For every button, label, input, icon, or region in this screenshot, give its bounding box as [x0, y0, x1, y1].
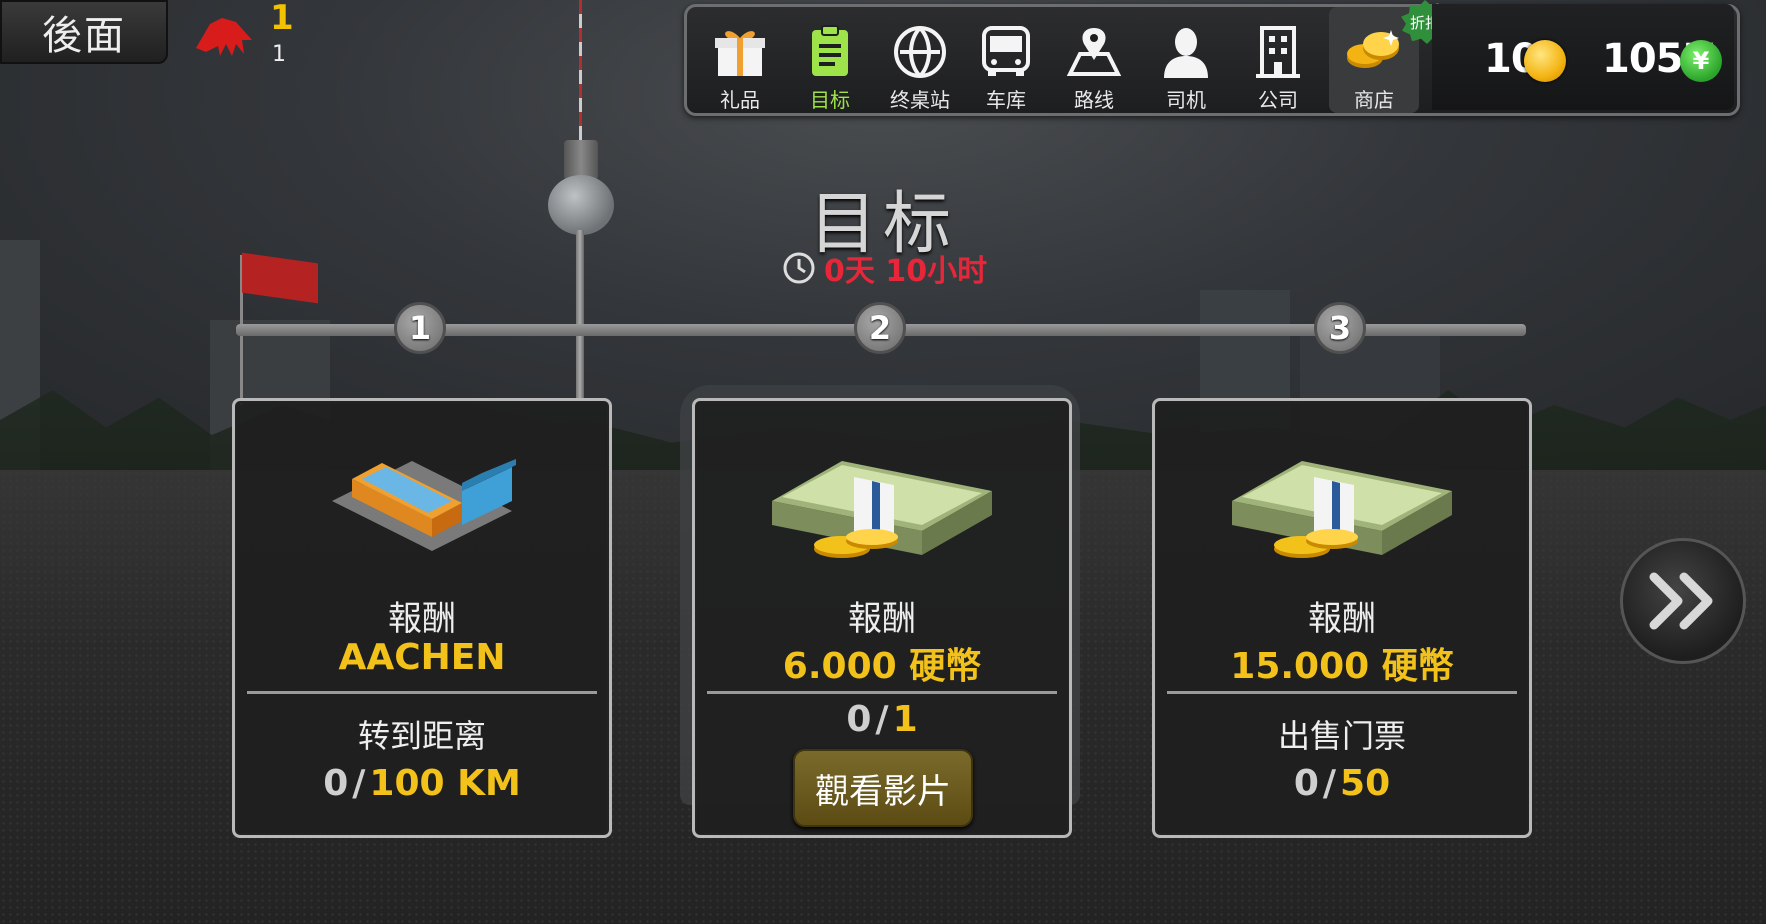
progress-goal: 50 — [1340, 763, 1391, 804]
menu-item-gift[interactable]: 礼品 — [697, 7, 783, 113]
bus-station-icon — [235, 431, 609, 581]
next-page-button[interactable] — [1620, 538, 1746, 664]
menu-item-routes-label: 路线 — [1074, 88, 1114, 112]
level-indicator: 1 1 — [192, 0, 294, 68]
menu-item-goals-label: 目标 — [810, 88, 850, 112]
coins-icon — [1343, 23, 1405, 80]
task-progress: 0/1 — [846, 699, 918, 740]
goal-card: 報酬 AACHEN 转到距离 0/100 KM — [232, 398, 612, 838]
building-icon — [1247, 23, 1309, 80]
bus-front-icon — [975, 23, 1037, 80]
back-button[interactable]: 後面 — [0, 0, 168, 64]
timer-text: 0天 10小时 — [824, 254, 988, 289]
driver-icon — [1155, 23, 1217, 80]
red-bird-icon — [196, 18, 252, 56]
step-marker: 1 — [394, 302, 446, 354]
menu-item-routes[interactable]: 路线 — [1051, 7, 1137, 113]
menu-item-company-label: 公司 — [1258, 88, 1298, 112]
watch-video-button[interactable]: 觀看影片 — [793, 749, 973, 827]
map-pin-icon — [1063, 23, 1125, 80]
menu-item-garage-label: 车库 — [986, 88, 1026, 112]
double-chevron-right-icon — [1649, 572, 1713, 630]
tv-tower-antenna — [579, 0, 582, 140]
step-marker: 3 — [1314, 302, 1366, 354]
task-progress: 0/100 KM — [323, 763, 521, 804]
clipboard-icon — [799, 23, 861, 80]
step-marker: 2 — [854, 302, 906, 354]
goal-card: 報酬 15.000 硬幣 出售门票 0/50 — [1152, 398, 1532, 838]
goal-timer: 0天 10小时 — [782, 250, 987, 289]
reward-value: 15.000 硬幣 — [1230, 646, 1454, 687]
gift-icon — [709, 23, 771, 80]
task-progress: 0/50 — [1293, 763, 1391, 804]
level-value: 1 — [270, 0, 294, 38]
menu-item-gift-label: 礼品 — [720, 88, 760, 112]
goal-card: 報酬 6.000 硬幣 0/1 觀看影片 — [692, 398, 1072, 838]
progress-current: 0 — [323, 763, 349, 804]
back-button-label: 後面 — [42, 13, 126, 59]
menu-item-drivers[interactable]: 司机 — [1143, 7, 1229, 113]
reward-value: 6.000 硬幣 — [782, 646, 982, 687]
progress-current: 0 — [846, 699, 872, 740]
watch-video-label: 觀看影片 — [815, 771, 951, 812]
currency-panel: 10 105K ¥ — [1432, 4, 1734, 110]
menu-item-goals[interactable]: 目标 — [787, 7, 873, 113]
money-stack-icon — [1155, 431, 1529, 581]
menu-item-drivers-label: 司机 — [1166, 88, 1206, 112]
menu-item-shop-label: 商店 — [1354, 88, 1394, 112]
reward-label: 報酬 — [388, 599, 456, 639]
cash-symbol: ¥ — [1692, 47, 1710, 75]
progress-current: 0 — [1293, 763, 1319, 804]
clock-icon — [783, 252, 815, 284]
globe-icon — [889, 23, 951, 80]
menu-item-garage[interactable]: 车库 — [963, 7, 1049, 113]
menu-item-terminal-label: 终桌站 — [890, 88, 950, 112]
reward-label: 報酬 — [1308, 599, 1376, 639]
cash-icon[interactable]: ¥ — [1680, 40, 1722, 82]
menu-item-company[interactable]: 公司 — [1235, 7, 1321, 113]
reward-label: 報酬 — [848, 599, 916, 639]
coin-icon — [1524, 40, 1566, 82]
menu-item-terminal[interactable]: 终桌站 — [877, 7, 963, 113]
task-label: 出售门票 — [1277, 717, 1406, 755]
money-stack-icon — [695, 431, 1069, 581]
progress-goal: 100 KM — [369, 763, 521, 804]
level-sub-value: 1 — [272, 42, 286, 67]
task-label: 转到距离 — [357, 717, 486, 755]
progress-goal: 1 — [892, 699, 918, 740]
card-divider — [1167, 691, 1517, 694]
card-divider — [707, 691, 1057, 694]
card-divider — [247, 691, 597, 694]
reward-value: AACHEN — [338, 637, 506, 678]
